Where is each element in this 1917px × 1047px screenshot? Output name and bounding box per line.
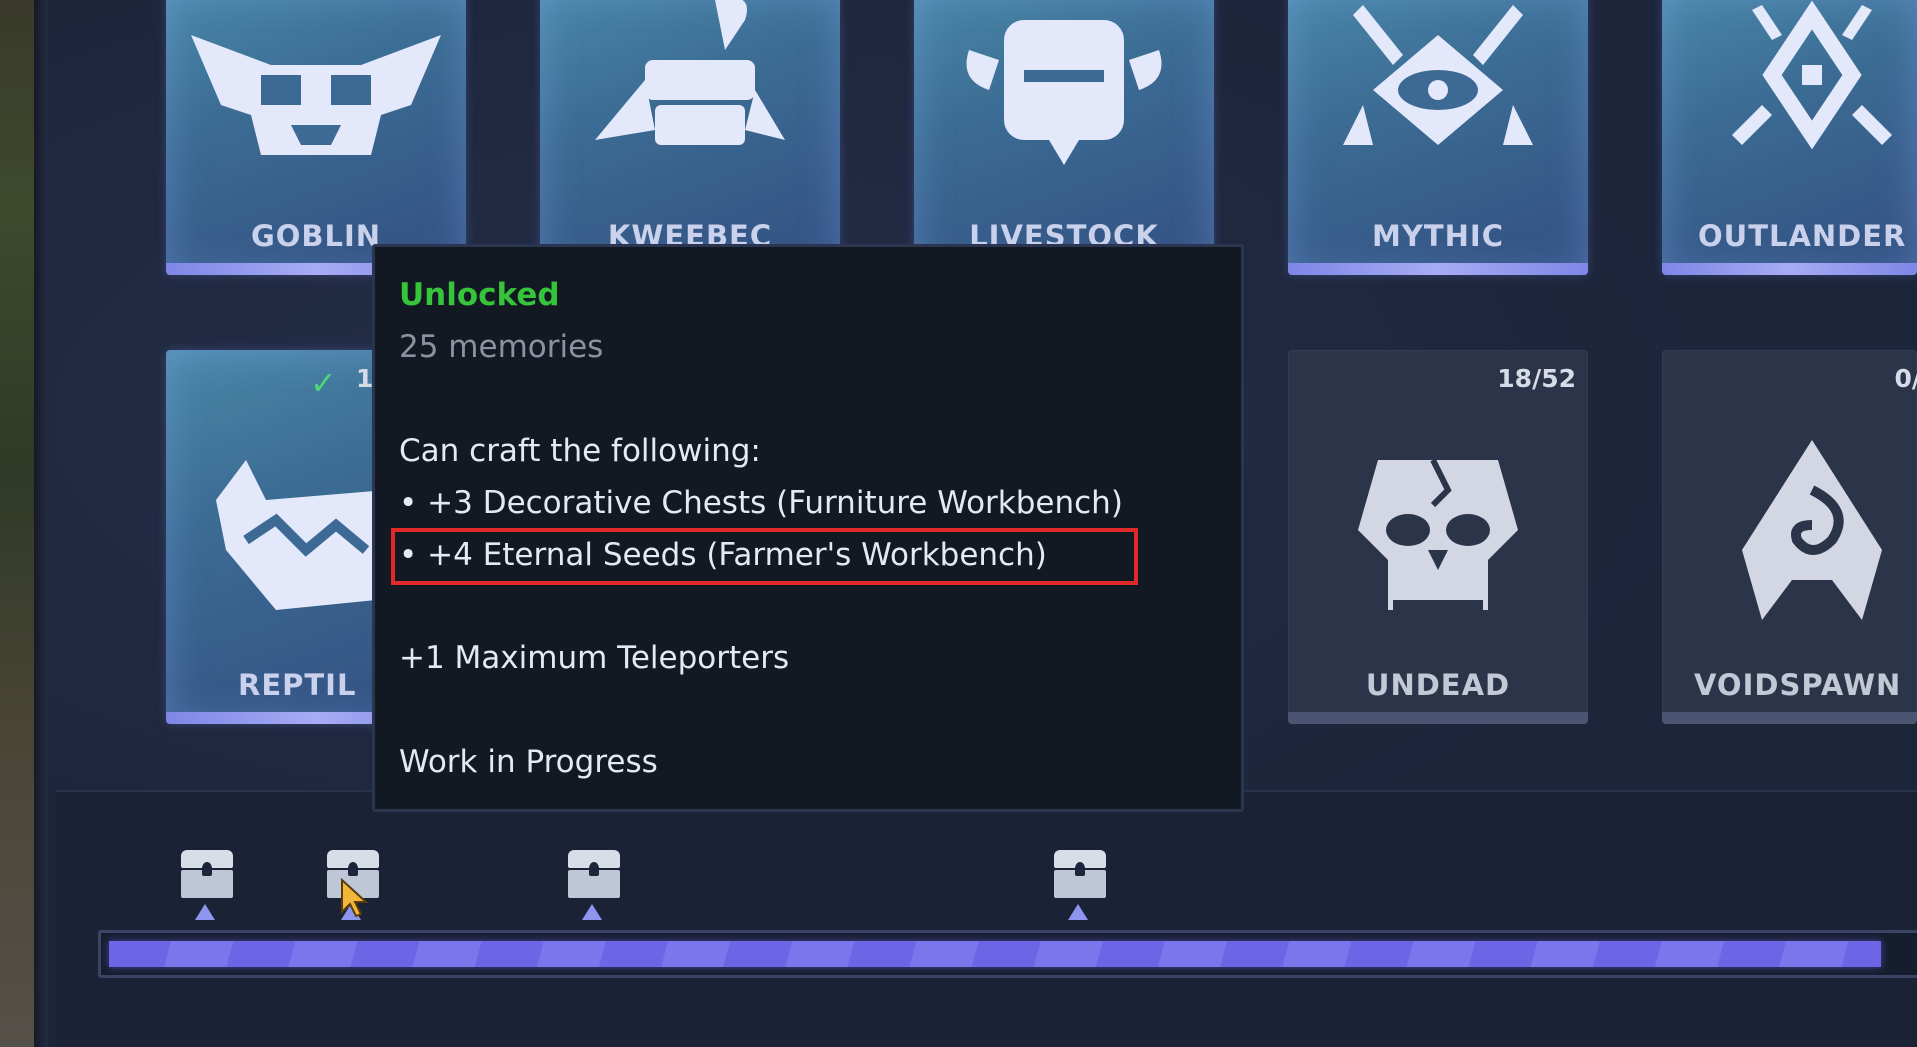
- card-label: UNDEAD: [1365, 668, 1511, 702]
- card-livestock[interactable]: LIVESTOCK: [914, 0, 1214, 275]
- card-mythic[interactable]: MYTHIC: [1288, 0, 1588, 275]
- milestone-marker: [582, 904, 602, 920]
- mythic-eye-icon: [1343, 5, 1533, 145]
- collection-count: 0/: [1894, 364, 1917, 393]
- card-label: OUTLANDER: [1698, 219, 1907, 253]
- goblin-skull-icon: [191, 35, 441, 155]
- status-note: Work in Progress: [399, 744, 658, 780]
- craft-item: +3 Decorative Chests (Furniture Workbenc…: [399, 485, 1123, 521]
- collection-count: 18/52: [1497, 364, 1576, 393]
- mouse-cursor-icon: [341, 878, 369, 918]
- card-bar: [1288, 712, 1588, 724]
- card-label: MYTHIC: [1372, 219, 1504, 253]
- milestone-panel: [56, 790, 1917, 1047]
- card-outlander[interactable]: OUTLANDER: [1662, 0, 1917, 275]
- collection-progress-bar: [98, 930, 1917, 978]
- outlander-icon: [1732, 0, 1892, 150]
- check-icon: ✓: [310, 364, 337, 402]
- chest-icon[interactable]: [181, 850, 233, 900]
- chest-icon[interactable]: [1054, 850, 1106, 900]
- status-label: Unlocked: [399, 277, 560, 313]
- card-undead[interactable]: 18/52 UNDEAD: [1288, 350, 1588, 724]
- collection-count: 1: [356, 364, 374, 393]
- bonus-line: +1 Maximum Teleporters: [399, 640, 790, 676]
- livestock-icon: [966, 20, 1162, 165]
- chest-icon[interactable]: [568, 850, 620, 900]
- card-bar: [1662, 263, 1917, 275]
- card-kweebec[interactable]: KWEEBEC: [540, 0, 840, 275]
- card-bar: [1288, 263, 1588, 275]
- craft-heading: Can craft the following:: [399, 433, 761, 469]
- kweebec-icon: [595, 0, 785, 145]
- memories-count: 25 memories: [399, 329, 604, 365]
- undead-skull-icon: [1358, 458, 1518, 610]
- card-goblin[interactable]: GOBLIN: [166, 0, 466, 275]
- game-world-background: [0, 0, 48, 1047]
- card-label: VOIDSPAWN: [1694, 668, 1902, 702]
- card-bar: [1662, 712, 1917, 724]
- progress-fill: [109, 941, 1881, 967]
- card-voidspawn[interactable]: 0/ VOIDSPAWN: [1662, 350, 1917, 724]
- milestone-marker: [1068, 904, 1088, 920]
- voidspawn-icon: [1742, 440, 1882, 620]
- highlight-annotation: [391, 528, 1138, 585]
- milestone-marker: [195, 904, 215, 920]
